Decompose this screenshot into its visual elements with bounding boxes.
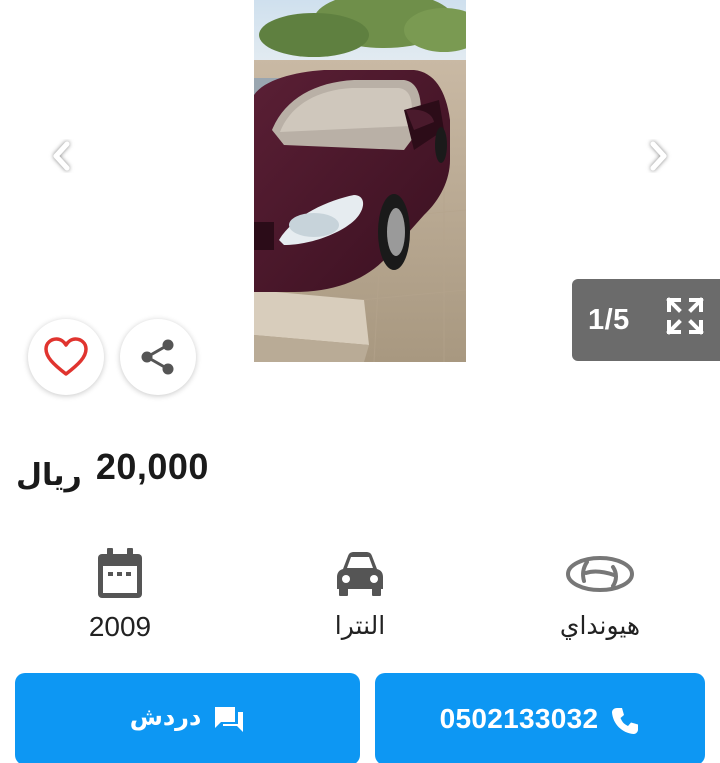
image-counter-panel: 1/5 xyxy=(572,279,720,361)
call-button[interactable]: 0502133032 xyxy=(375,673,705,763)
model-value: النترا xyxy=(334,611,386,640)
previous-image-button[interactable] xyxy=(45,136,79,176)
fullscreen-icon[interactable] xyxy=(666,297,704,335)
share-icon xyxy=(141,339,174,375)
favorite-button[interactable] xyxy=(28,319,104,395)
car-icon xyxy=(333,545,387,603)
chat-icon xyxy=(213,705,245,733)
next-image-button[interactable] xyxy=(641,136,675,176)
year-value: 2009 xyxy=(88,611,152,642)
chat-label: دردش xyxy=(129,703,202,731)
price: ريال 20,000 xyxy=(16,446,209,493)
spec-make: هيونداي xyxy=(520,545,680,640)
chevron-right-icon xyxy=(650,141,667,171)
price-currency: ريال xyxy=(16,458,82,493)
car-photo[interactable] xyxy=(254,0,466,362)
chat-button[interactable]: دردش xyxy=(15,673,360,763)
hyundai-logo-icon xyxy=(565,545,635,603)
phone-icon xyxy=(610,706,640,736)
make-value: هيونداي xyxy=(559,611,641,640)
chevron-left-icon xyxy=(53,141,70,171)
spec-year: 2009 xyxy=(40,545,200,643)
image-gallery[interactable]: 1/5 xyxy=(0,0,720,395)
heart-icon xyxy=(44,337,88,376)
calendar-icon xyxy=(95,545,145,603)
price-value: 20,000 xyxy=(95,446,209,487)
phone-number: 0502133032 xyxy=(439,703,599,734)
spec-model: النترا xyxy=(280,545,440,640)
image-counter: 1/5 xyxy=(588,303,630,336)
share-button[interactable] xyxy=(120,319,196,395)
